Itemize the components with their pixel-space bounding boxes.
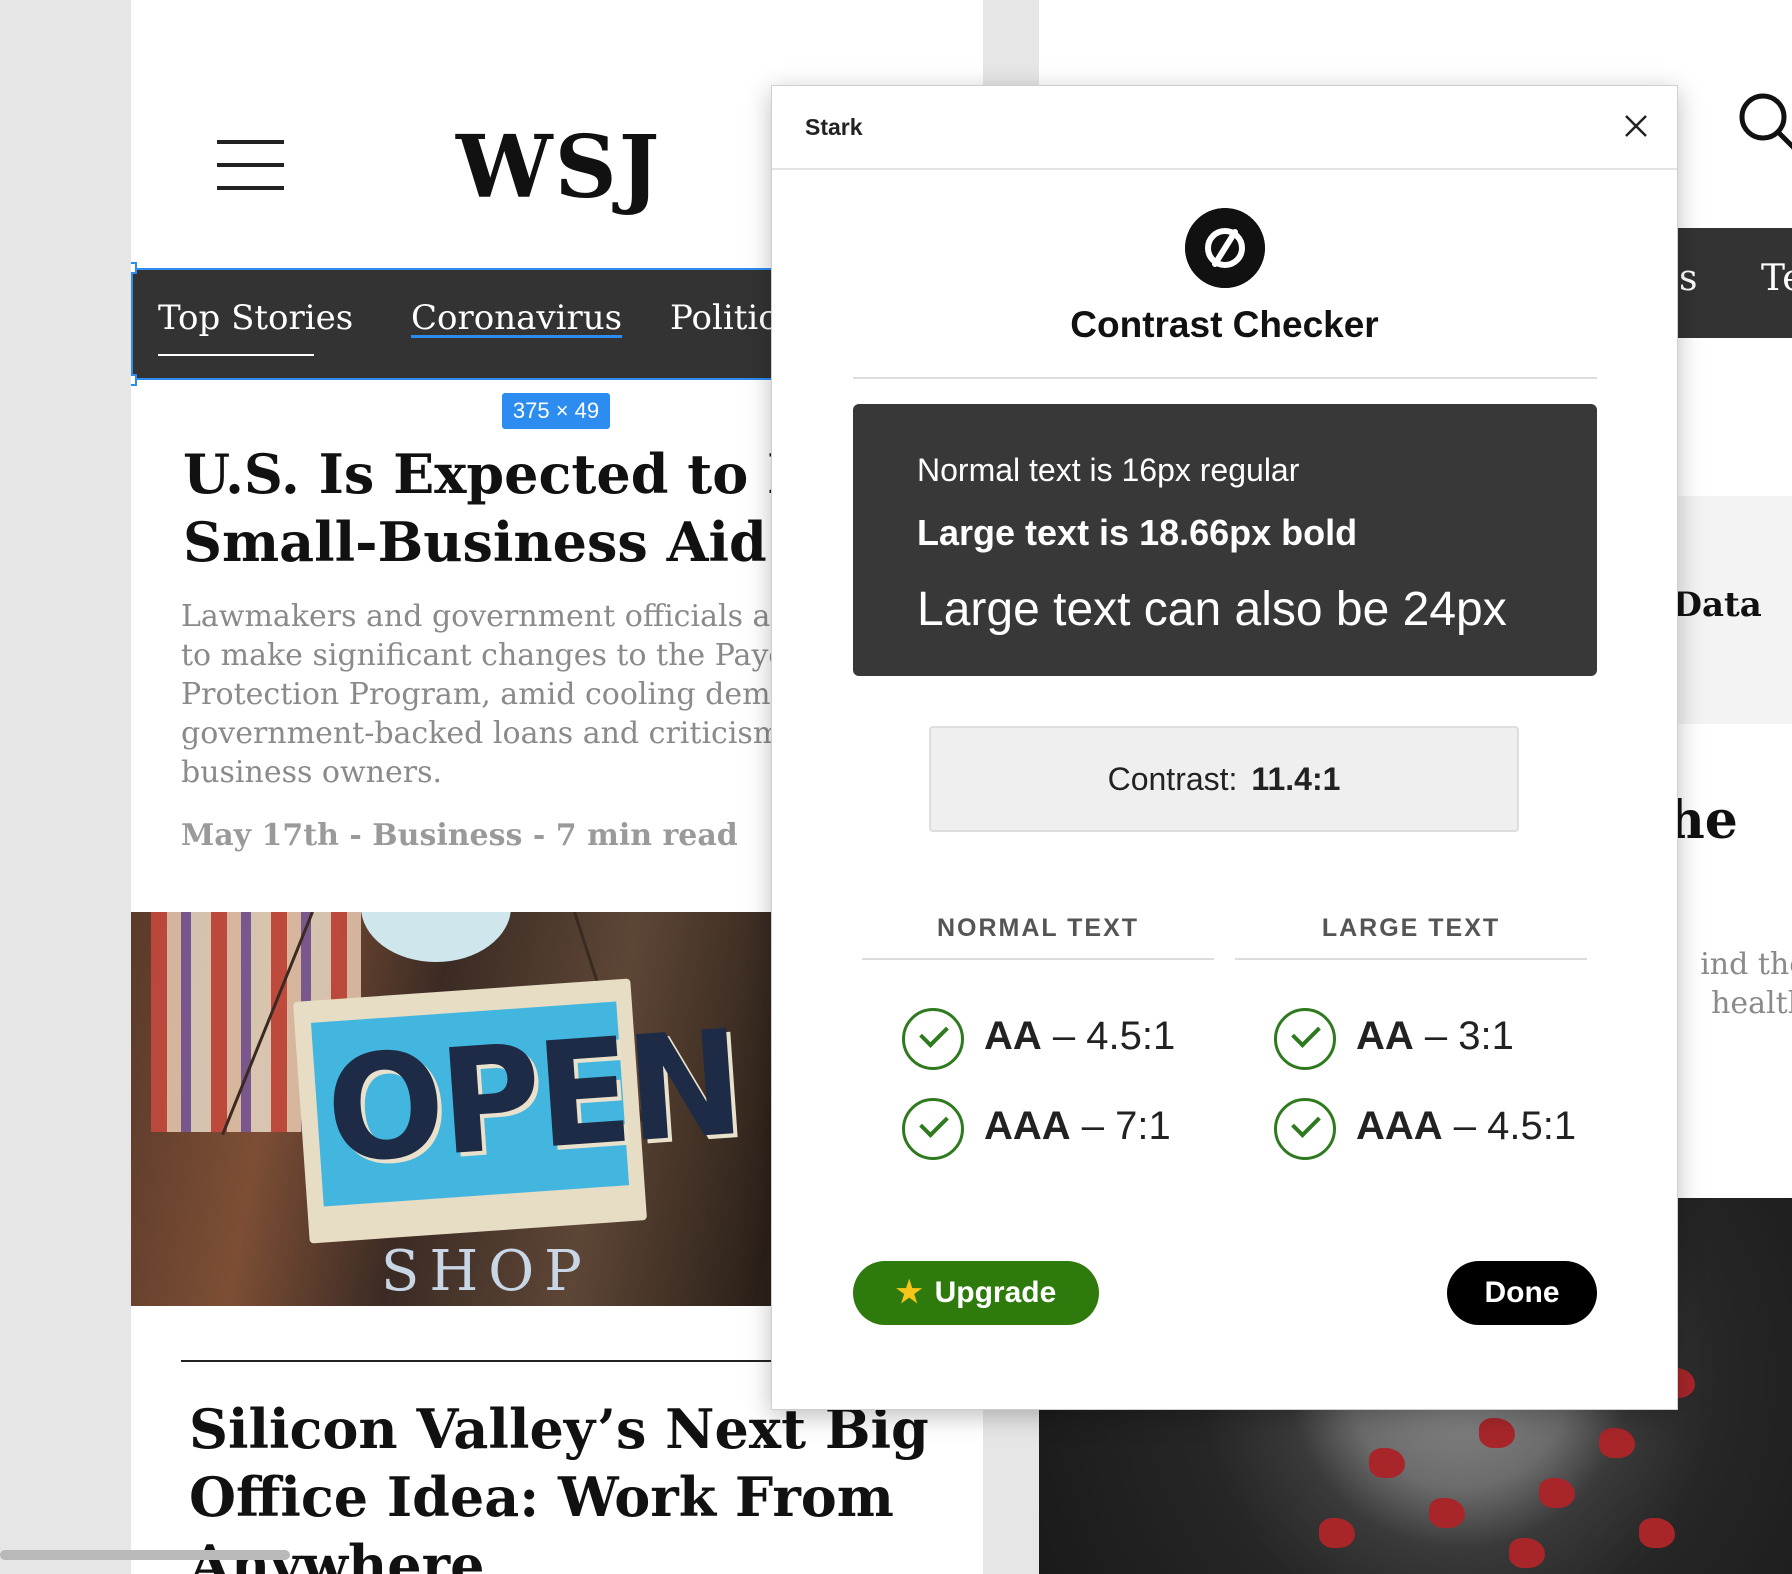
right-nav-item-partial-1[interactable]: s (1679, 258, 1697, 299)
preview-normal-text: Normal text is 16px regular (917, 452, 1300, 488)
virus-spike (1539, 1478, 1575, 1508)
dialog-header (772, 86, 1677, 170)
selection-outline (131, 268, 791, 380)
right-summary-partial: ind the health (1700, 947, 1792, 1021)
large-text-divider (1235, 958, 1587, 960)
large-text-heading: LARGE TEXT (1321, 914, 1501, 942)
close-icon[interactable] (1622, 112, 1650, 140)
large-aa-result: AA – 3:1 (1356, 1014, 1514, 1058)
wsj-logo: WSJ (456, 117, 662, 218)
article-meta: May 17th - Business - 7 min read (181, 818, 738, 853)
virus-spike (1369, 1448, 1405, 1478)
article-headline-2[interactable]: Silicon Valley’s Next Big Office Idea: W… (189, 1395, 983, 1574)
heading-divider (853, 377, 1597, 379)
normal-aaa-result: AAA – 7:1 (984, 1104, 1171, 1148)
selection-handle-bl[interactable] (131, 374, 137, 386)
right-nav-item-partial-2[interactable]: Te (1761, 258, 1792, 299)
dialog-title: Stark (805, 114, 863, 140)
hamburger-icon[interactable] (217, 140, 284, 190)
text-preview-box: Normal text is 16px regular Large text i… (853, 404, 1597, 676)
stark-dialog: Stark Contrast Checker Normal text is 16… (771, 85, 1678, 1410)
virus-spike (1639, 1518, 1675, 1548)
preview-large-text: Large text can also be 24px (917, 583, 1507, 636)
upgrade-button[interactable]: ★ Upgrade (853, 1261, 1099, 1325)
contrast-value: 11.4:1 (1251, 761, 1341, 797)
dimension-badge: 375 × 49 (502, 393, 610, 429)
done-button[interactable]: Done (1447, 1261, 1597, 1325)
preview-large-bold-text: Large text is 18.66px bold (917, 512, 1358, 553)
star-icon: ★ (895, 1276, 923, 1309)
stark-logo-icon (1185, 208, 1265, 288)
virus-spike (1479, 1418, 1515, 1448)
normal-text-divider (862, 958, 1214, 960)
virus-spike (1429, 1498, 1465, 1528)
search-icon[interactable] (1738, 92, 1792, 152)
checkmark-icon (902, 1098, 964, 1160)
checkmark-icon (902, 1008, 964, 1070)
large-aaa-result: AAA – 4.5:1 (1356, 1104, 1577, 1148)
contrast-label: Contrast: (1107, 761, 1238, 797)
checkmark-icon (1274, 1008, 1336, 1070)
virus-spike (1319, 1518, 1355, 1548)
virus-spike (1509, 1538, 1545, 1568)
sign-shop-text: SHOP (381, 1239, 592, 1304)
sign-open-text: OPEN (321, 998, 745, 1196)
horizontal-scrollbar[interactable] (0, 1550, 290, 1560)
checkmark-icon (1274, 1098, 1336, 1160)
normal-text-heading: NORMAL TEXT (936, 914, 1140, 942)
contrast-checker-heading: Contrast Checker (1070, 304, 1379, 345)
contrast-ratio-box: Contrast: 11.4:1 (929, 726, 1519, 832)
virus-spike (1599, 1428, 1635, 1458)
selection-handle-tl[interactable] (131, 262, 137, 274)
photo-lamp (361, 912, 511, 962)
normal-aa-result: AA – 4.5:1 (984, 1014, 1176, 1058)
